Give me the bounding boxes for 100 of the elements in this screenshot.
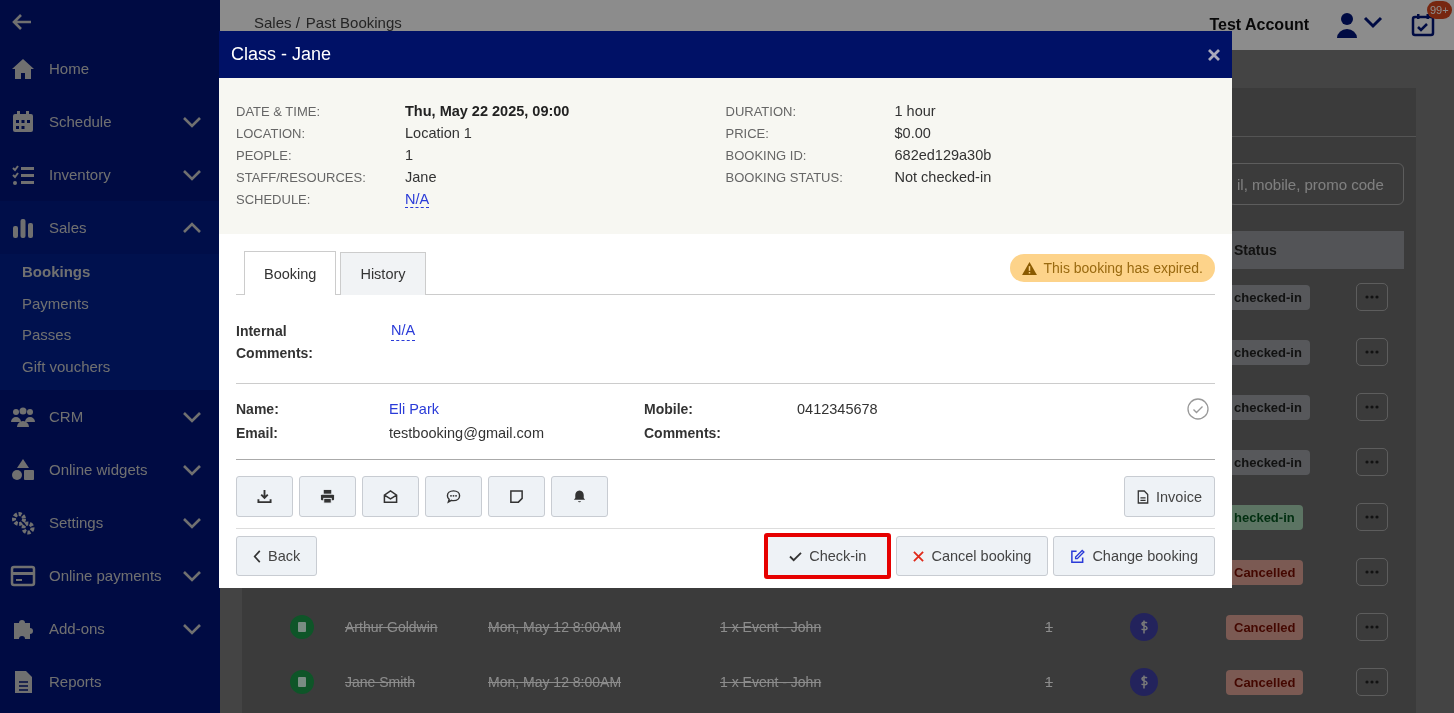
chevron-icon xyxy=(182,516,202,529)
table-cell: Mon, May 12 8:00AM xyxy=(488,673,622,690)
back-button[interactable]: Back xyxy=(236,536,318,576)
change-button[interactable]: Change booking xyxy=(1053,536,1215,576)
field-label: Internal Comments: xyxy=(236,322,314,363)
detail-value: 1 xyxy=(405,147,414,163)
customer-name[interactable]: Arthur Goldwin xyxy=(345,618,438,635)
sidebar-item[interactable]: Home xyxy=(0,42,220,95)
detail-link[interactable]: N/A xyxy=(405,190,430,208)
chat-icon xyxy=(446,489,461,504)
status-badge: Cancelled xyxy=(1226,669,1304,695)
breadcrumb-item[interactable]: Sales / xyxy=(254,14,300,31)
note-button[interactable] xyxy=(488,476,545,517)
more-button[interactable] xyxy=(1356,392,1388,421)
download-icon xyxy=(257,489,272,504)
more-button[interactable] xyxy=(1356,667,1388,696)
booking-icon xyxy=(290,614,314,639)
printer-icon xyxy=(320,489,335,504)
chat-button[interactable] xyxy=(425,476,482,517)
field-label: Email: xyxy=(236,425,279,441)
field-value: 0412345678 xyxy=(797,401,879,417)
internal-comments-link[interactable]: N/A xyxy=(391,320,416,341)
home-icon xyxy=(10,56,36,81)
more-icon xyxy=(1365,679,1379,684)
detail-label: DATE & TIME: xyxy=(236,103,322,119)
document-icon xyxy=(1137,489,1149,504)
more-button[interactable] xyxy=(1356,282,1388,311)
sidebar-item[interactable]: Inventory xyxy=(0,148,220,201)
detail-value: Jane xyxy=(405,169,437,185)
table-cell: 1 xyxy=(1045,618,1053,635)
detail-value: Not checked-in xyxy=(894,169,992,185)
status-badge: Cancelled xyxy=(1226,614,1304,640)
detail-label: STAFF/RESOURCES: xyxy=(236,169,367,185)
printer-button[interactable] xyxy=(299,476,356,517)
chevron-icon xyxy=(182,569,202,582)
more-button[interactable] xyxy=(1356,502,1388,531)
more-button[interactable] xyxy=(1356,612,1388,641)
detail-value: Thu, May 22 2025, 09:00 xyxy=(405,103,570,119)
more-icon xyxy=(1365,404,1379,409)
shapes-icon xyxy=(10,457,36,482)
column-heading: Status xyxy=(1234,242,1277,258)
invoice-button[interactable]: Invoice xyxy=(1124,476,1215,517)
customer-name[interactable]: Jane Smith xyxy=(345,673,416,690)
breadcrumb-item[interactable]: Past Bookings xyxy=(305,14,402,31)
chevron-icon xyxy=(182,463,202,476)
detail-label: BOOKING STATUS: xyxy=(725,169,844,185)
tab[interactable]: History xyxy=(340,252,426,295)
chevron-left-icon xyxy=(253,549,261,563)
bell-button[interactable] xyxy=(551,476,608,517)
sidebar-item[interactable]: CRM xyxy=(0,390,220,443)
note-icon xyxy=(509,489,524,504)
detail-label: PRICE: xyxy=(725,125,770,141)
more-button[interactable] xyxy=(1356,557,1388,586)
notification-badge: 99+ xyxy=(1427,1,1452,19)
alert-message: This booking has expired. xyxy=(1043,260,1203,276)
chevron-icon xyxy=(182,168,202,181)
more-icon xyxy=(1365,294,1379,299)
more-icon xyxy=(1365,624,1379,629)
field-label: Name: xyxy=(236,401,280,417)
calendar-icon xyxy=(10,109,36,134)
chevron-icon xyxy=(182,115,202,128)
sidebar-item[interactable]: Sales xyxy=(0,201,220,254)
detail-value: 682ed129a30b xyxy=(894,147,992,163)
more-icon xyxy=(1365,349,1379,354)
detail-value: Location 1 xyxy=(405,125,472,141)
sidebar-item[interactable]: Add-ons xyxy=(0,602,220,655)
sidebar-item[interactable]: Settings xyxy=(0,496,220,549)
dollar-icon xyxy=(1130,612,1158,641)
tab[interactable]: Booking xyxy=(244,251,337,295)
checkmark-icon xyxy=(789,550,803,562)
chevron-icon xyxy=(182,410,202,423)
dialog-title: Class - Jane xyxy=(231,44,332,65)
more-icon xyxy=(1365,459,1379,464)
table-cell: 1 x Event - John xyxy=(720,618,822,635)
checkin-button[interactable]: Check-in xyxy=(764,533,892,579)
sidebar-item[interactable]: Online payments xyxy=(0,549,220,602)
more-button[interactable] xyxy=(1356,337,1388,366)
check-circle-icon[interactable] xyxy=(1187,398,1209,420)
sidebar-item[interactable]: Online widgets xyxy=(0,443,220,496)
detail-label: SCHEDULE: xyxy=(236,191,312,207)
more-button[interactable] xyxy=(1356,447,1388,476)
cancel-button[interactable]: Cancel booking xyxy=(896,536,1049,576)
detail-value: 1 hour xyxy=(894,103,936,119)
bell-icon xyxy=(572,489,587,504)
close-icon[interactable] xyxy=(1208,48,1220,61)
customer-name-link[interactable]: Eli Park xyxy=(389,401,644,417)
sidebar-item[interactable]: Schedule xyxy=(0,95,220,148)
more-icon xyxy=(1365,514,1379,519)
calendar-check-icon[interactable] xyxy=(1411,13,1435,37)
download-button[interactable] xyxy=(236,476,293,517)
field-label: Comments: xyxy=(644,425,722,441)
booking-icon xyxy=(290,669,314,694)
chevron-icon xyxy=(182,622,202,635)
envelope-button[interactable] xyxy=(362,476,419,517)
envelope-icon xyxy=(383,489,398,504)
detail-label: PEOPLE: xyxy=(236,147,293,163)
user-menu-icon[interactable] xyxy=(1337,12,1385,38)
sidebar-item[interactable]: Reports xyxy=(0,655,220,708)
more-icon xyxy=(1365,569,1379,574)
account-name[interactable]: Test Account xyxy=(1209,16,1309,34)
